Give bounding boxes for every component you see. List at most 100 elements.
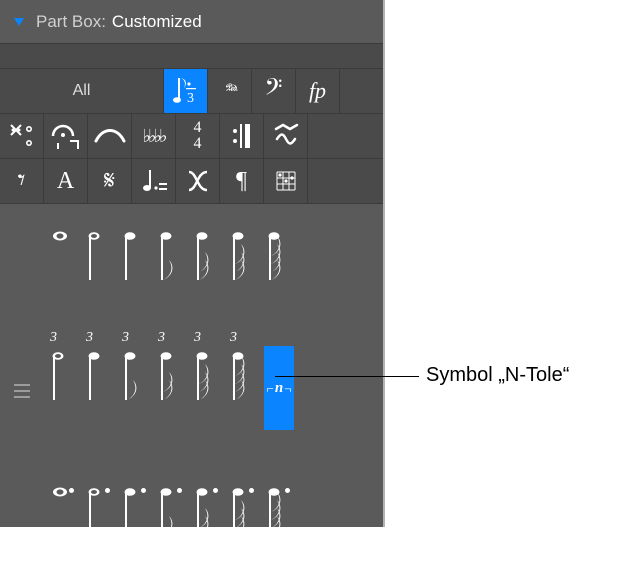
note-d-eighth-icon: [158, 484, 184, 551]
palette-item-d-sixteenth[interactable]: [192, 482, 222, 550]
n-tole-icon: ⌐n¬: [266, 380, 291, 397]
palette-item-t-quarter[interactable]: 3: [84, 346, 114, 414]
panel-value: Customized: [112, 12, 202, 32]
note-d-sixteenth-icon: [194, 484, 220, 551]
palette-item-n-tole[interactable]: ⌐n¬: [264, 346, 294, 430]
rest-icon: 𝄾: [18, 164, 26, 198]
category-repeat-jump[interactable]: [0, 114, 44, 158]
palette-item-t-thirtysecond[interactable]: 3: [192, 346, 222, 414]
disclosure-triangle-icon[interactable]: [12, 17, 26, 27]
note-quarter-icon: [122, 228, 148, 295]
palette-item-d-thirtysecond[interactable]: [228, 482, 258, 550]
category-accidentals[interactable]: ♭♭♭♭: [132, 114, 176, 158]
category-trills[interactable]: [264, 114, 308, 158]
part-box-panel: Part Box: Customized All 3: [0, 0, 383, 527]
callout-label: Symbol „N-Tole“: [426, 364, 569, 387]
palette-item-half[interactable]: [84, 226, 114, 294]
callout-leader-line: [275, 376, 419, 377]
category-pedal[interactable]: 𝆮: [208, 69, 252, 113]
notes-triplet-icon: 3: [173, 74, 199, 108]
toolbar-row-3: 𝄾 A 𝄋: [0, 159, 383, 204]
palette-item-sixteenth[interactable]: [192, 226, 222, 294]
category-segno[interactable]: 𝄋: [88, 159, 132, 203]
grip-icon[interactable]: [14, 384, 30, 398]
note-d-whole-icon: [50, 484, 76, 551]
toolbar-top-strip: [0, 44, 383, 69]
note-equals-icon: [139, 166, 169, 196]
panel-header: Part Box: Customized: [0, 0, 383, 44]
palette-item-t-half[interactable]: 3: [48, 346, 78, 414]
category-tempo[interactable]: [132, 159, 176, 203]
note-sixtyfourth-icon: [266, 228, 292, 295]
segno-icon: 𝄋: [104, 166, 115, 197]
voice-crossing-icon: [183, 166, 213, 196]
note-t-eighth-icon: [122, 348, 148, 415]
forte-piano-icon: fp: [309, 78, 326, 104]
category-all[interactable]: All: [0, 69, 164, 113]
bass-clef-icon: 𝄢: [264, 75, 282, 107]
palette-item-d-sixtyfourth[interactable]: [264, 482, 294, 550]
palette-item-quarter[interactable]: [120, 226, 150, 294]
note-sixteenth-icon: [194, 228, 220, 295]
palette-row-triplet: 333333⌐n¬: [48, 346, 383, 430]
note-thirtysecond-icon: [230, 228, 256, 295]
dot-icon: [141, 488, 146, 493]
category-clefs[interactable]: 𝄢: [252, 69, 296, 113]
tuplet-label: 3: [50, 330, 57, 346]
category-text[interactable]: A: [44, 159, 88, 203]
tuplet-label: 3: [86, 330, 93, 346]
category-ornaments[interactable]: [44, 114, 88, 158]
palette-item-sixtyfourth[interactable]: [264, 226, 294, 294]
palette-item-t-eighth[interactable]: 3: [120, 346, 150, 414]
category-rests[interactable]: 𝄾: [0, 159, 44, 203]
category-chord-grid[interactable]: [264, 159, 308, 203]
paragraph-icon: ¶: [236, 168, 247, 195]
note-t-half-icon: [50, 348, 76, 415]
fermata-ornament-icon: [50, 121, 82, 151]
dot-icon: [285, 488, 290, 493]
tuplet-label: 3: [158, 330, 165, 346]
palette-row-plain: [48, 226, 383, 294]
category-timesig[interactable]: 44: [176, 114, 220, 158]
text-A-icon: A: [57, 168, 74, 195]
palette-row-dotted: [48, 482, 383, 550]
repeat-jump-icon: [7, 121, 37, 151]
time-sig-4-4-icon: 44: [194, 120, 202, 152]
note-eighth-icon: [158, 228, 184, 295]
tuplet-label: 3: [230, 330, 237, 346]
note-t-thirtysecond-icon: [194, 348, 220, 415]
toolbar-row-2: ♭♭♭♭ 44: [0, 114, 383, 159]
note-t-sixteenth-icon: [158, 348, 184, 415]
category-barlines[interactable]: [220, 114, 264, 158]
note-d-sixtyfourth-icon: [266, 484, 292, 551]
palette-item-d-eighth[interactable]: [156, 482, 186, 550]
accidentals-icon: ♭♭♭♭: [143, 126, 165, 147]
category-toolbar: All 3 𝆮 𝄢: [0, 44, 383, 204]
category-lyrics[interactable]: ¶: [220, 159, 264, 203]
category-notes[interactable]: 3: [164, 69, 208, 113]
chord-grid-icon: [273, 168, 299, 194]
note-d-quarter-icon: [122, 484, 148, 551]
note-palette: 333333⌐n¬: [0, 204, 383, 568]
palette-item-d-whole[interactable]: [48, 482, 78, 550]
palette-item-d-quarter[interactable]: [120, 482, 150, 550]
category-dynamics[interactable]: fp: [296, 69, 340, 113]
toolbar-row-1: All 3 𝆮 𝄢: [0, 69, 383, 114]
palette-item-t-sixtyfourth[interactable]: 3: [228, 346, 258, 414]
category-all-label: All: [73, 82, 91, 100]
dot-icon: [105, 488, 110, 493]
palette-item-whole[interactable]: [48, 226, 78, 294]
dot-icon: [213, 488, 218, 493]
palette-item-thirtysecond[interactable]: [228, 226, 258, 294]
palette-item-d-half[interactable]: [84, 482, 114, 550]
category-voice[interactable]: [176, 159, 220, 203]
dot-icon: [249, 488, 254, 493]
slur-icon: [93, 125, 127, 147]
panel-title: Part Box:: [36, 12, 106, 32]
category-slurs[interactable]: [88, 114, 132, 158]
note-d-thirtysecond-icon: [230, 484, 256, 551]
palette-item-eighth[interactable]: [156, 226, 186, 294]
palette-item-t-sixteenth[interactable]: 3: [156, 346, 186, 414]
dot-icon: [69, 488, 74, 493]
note-half-icon: [86, 228, 112, 295]
